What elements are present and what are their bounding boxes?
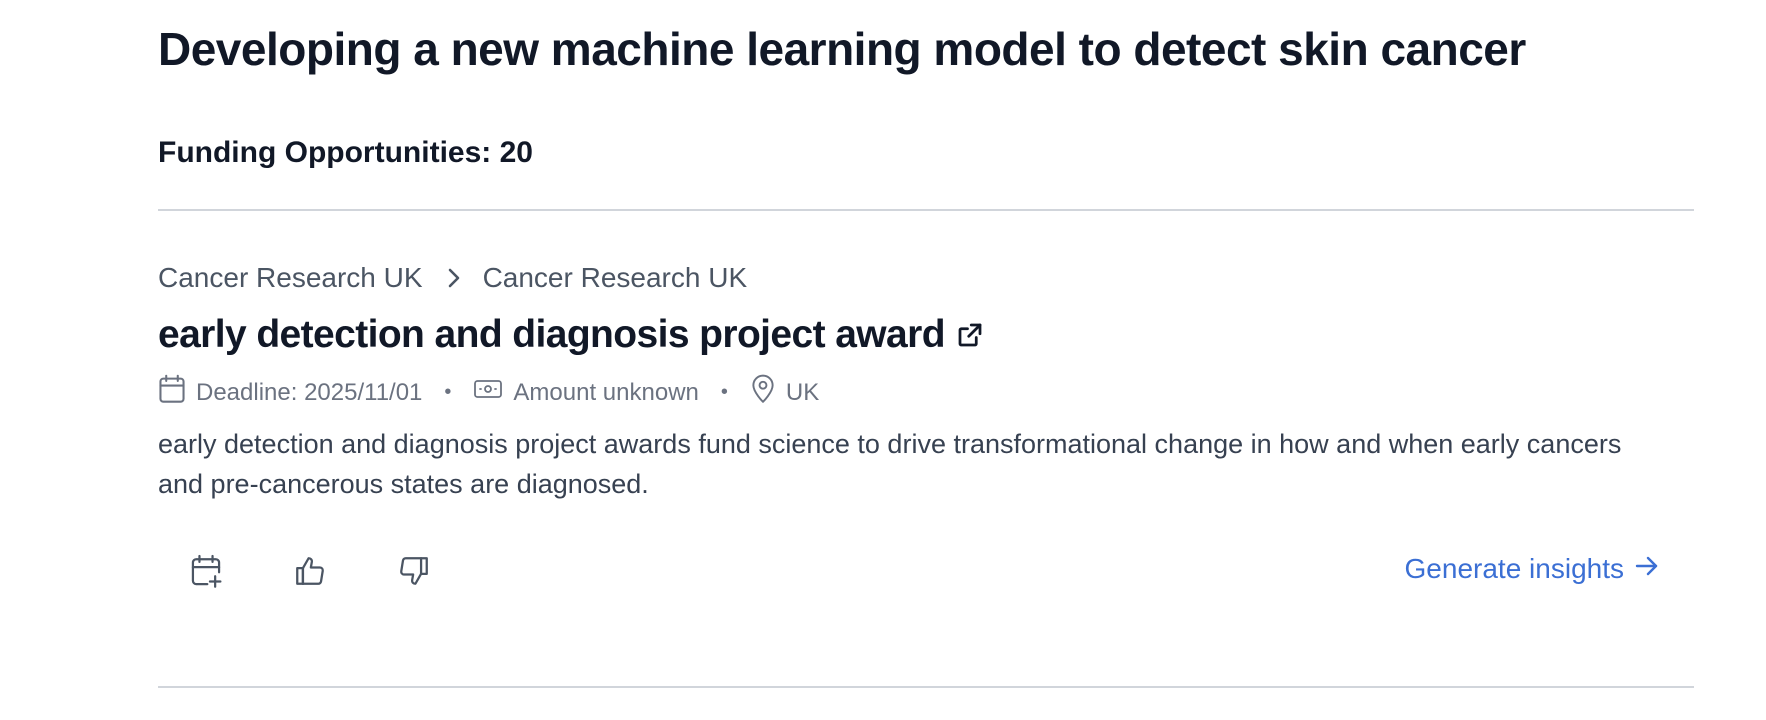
funding-count-heading: Funding Opportunities: 20 (158, 136, 533, 169)
divider (158, 686, 1694, 688)
divider (158, 209, 1694, 211)
add-to-calendar-button[interactable] (180, 550, 232, 594)
location-text: UK (785, 378, 820, 406)
generate-insights-label: Generate insights (1404, 553, 1624, 584)
amount: Amount unknown (473, 377, 699, 408)
breadcrumb-funder[interactable]: Cancer Research UK (158, 262, 423, 294)
amount-text: Amount unknown (513, 378, 699, 406)
opportunity-title: early detection and diagnosis project aw… (158, 313, 985, 357)
thumbs-down-icon (397, 554, 431, 591)
breadcrumb-scheme[interactable]: Cancer Research UK (483, 262, 748, 294)
opportunity-meta: Deadline: 2025/11/01 • Amount unknown • … (158, 374, 819, 411)
arrow-right-icon (1624, 553, 1660, 585)
funding-results-page: Developing a new machine learning model … (0, 0, 1766, 720)
separator-dot: • (720, 381, 728, 403)
opportunity-description: early detection and diagnosis project aw… (158, 429, 1622, 499)
opportunity-title-text[interactable]: early detection and diagnosis project aw… (158, 313, 946, 357)
dislike-button[interactable] (388, 550, 440, 594)
deadline: Deadline: 2025/11/01 (158, 374, 422, 411)
like-button[interactable] (284, 550, 336, 594)
calendar-plus-icon (190, 554, 222, 591)
generate-insights-button[interactable]: Generate insights (1405, 553, 1660, 585)
action-bar (180, 550, 492, 594)
deadline-text: Deadline: 2025/11/01 (196, 378, 423, 406)
location: UK (750, 374, 819, 411)
money-icon (473, 377, 513, 408)
thumbs-up-icon (293, 554, 327, 591)
external-link-icon[interactable] (955, 320, 985, 350)
map-pin-icon (750, 374, 786, 411)
page-title: Developing a new machine learning model … (158, 23, 1526, 75)
chevron-right-icon (447, 267, 461, 289)
calendar-icon (158, 374, 196, 411)
separator-dot: • (444, 381, 452, 403)
breadcrumb: Cancer Research UK Cancer Research UK (158, 262, 747, 294)
